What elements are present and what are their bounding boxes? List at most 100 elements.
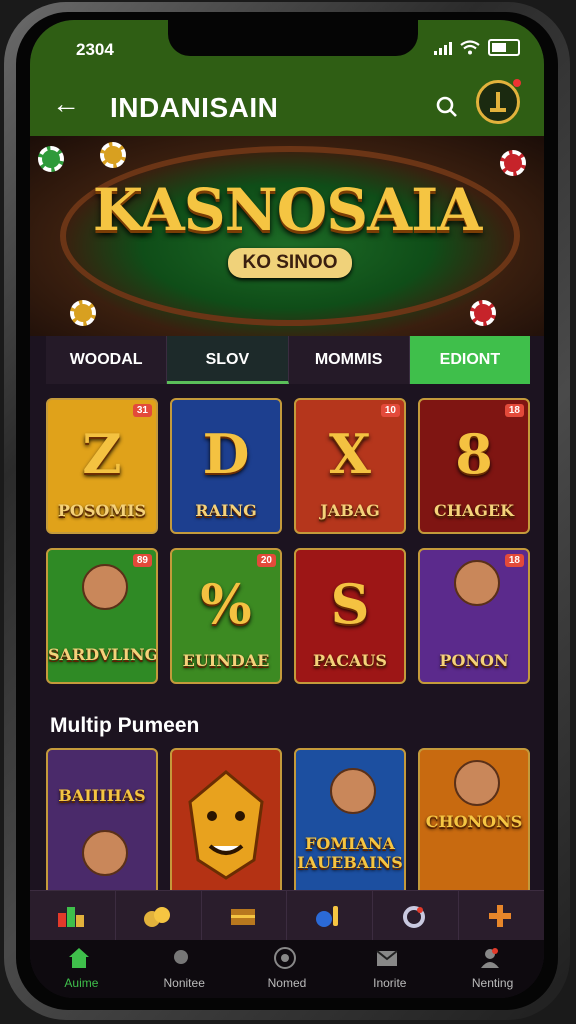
profile-avatar-button[interactable] bbox=[476, 79, 521, 124]
game-tile[interactable]: D RAING bbox=[170, 398, 282, 534]
back-arrow-icon[interactable]: ← bbox=[52, 88, 80, 120]
game-name: EUINDAE bbox=[182, 651, 270, 670]
game-tile[interactable]: 10 X JABAG bbox=[294, 398, 406, 534]
multiplayer-game-name: BAIIIHAS bbox=[58, 786, 146, 805]
game-glyph: D bbox=[202, 422, 250, 486]
tab-woodal[interactable]: WOODAL bbox=[46, 336, 168, 384]
category-tabs: WOODAL SLOV MOMMIS EDIONT bbox=[46, 336, 530, 384]
character-portrait bbox=[454, 560, 500, 606]
game-tile[interactable]: 31 Z POSOMIS bbox=[46, 398, 158, 534]
ring-icon bbox=[403, 906, 426, 928]
game-badge: 89 bbox=[132, 554, 152, 567]
bottom-navigation: Auime Nonitee Nomed Inorite Nenting bbox=[30, 940, 544, 998]
poker-chip-icon bbox=[100, 142, 126, 168]
game-glyph: % bbox=[200, 572, 252, 636]
hero-title: KASNOSAIA bbox=[92, 176, 483, 244]
game-name: JABAG bbox=[320, 501, 380, 520]
blocks-icon bbox=[58, 907, 84, 927]
camera-notch bbox=[168, 20, 418, 56]
bowling-icon bbox=[316, 906, 339, 927]
game-glyph: X bbox=[329, 422, 371, 486]
hero-subtitle: KO SINOO bbox=[228, 248, 352, 278]
tab-ediont[interactable]: EDIONT bbox=[409, 336, 530, 384]
section-title: Multip Pumeen bbox=[50, 714, 200, 737]
nav-item-messages[interactable]: Inorite bbox=[338, 940, 441, 998]
game-tile[interactable]: 18 PONON bbox=[418, 548, 530, 684]
game-glyph: Z bbox=[82, 422, 122, 486]
home-icon bbox=[69, 948, 89, 968]
wifi-icon bbox=[460, 40, 480, 55]
game-tile[interactable]: 20 % EUINDAE bbox=[170, 548, 282, 684]
game-glyph: 8 bbox=[455, 422, 493, 486]
category-shortcut[interactable] bbox=[459, 891, 544, 941]
nav-item-home[interactable]: Auime bbox=[30, 940, 133, 998]
nav-item-rewards[interactable]: Nomed bbox=[236, 940, 339, 998]
hero-banner[interactable]: KASNOSAIA KO SINOO bbox=[30, 136, 544, 336]
status-time: 2304 bbox=[76, 40, 114, 59]
status-icons bbox=[434, 39, 520, 56]
game-badge: 31 bbox=[132, 404, 152, 417]
game-badge: 20 bbox=[256, 554, 276, 567]
game-name: CHAGEK bbox=[433, 501, 515, 520]
character-portrait bbox=[454, 760, 500, 806]
game-name: PACAUS bbox=[313, 651, 387, 670]
phone-bezel: 2304 ← INDANISAIN KASNOSAIA KO SINOO WOO… bbox=[16, 12, 558, 1010]
tab-mommis[interactable]: MOMMIS bbox=[289, 336, 410, 384]
phone-frame: 2304 ← INDANISAIN KASNOSAIA KO SINOO WOO… bbox=[4, 2, 570, 1020]
game-badge: 18 bbox=[504, 404, 524, 417]
plus-icon bbox=[489, 905, 512, 927]
tab-slov[interactable]: SLOV bbox=[167, 336, 289, 384]
game-name: RAING bbox=[195, 501, 257, 520]
nav-item-search[interactable]: Nonitee bbox=[133, 940, 236, 998]
category-shortcut[interactable] bbox=[373, 891, 460, 941]
multiplayer-game-name: CHONONS bbox=[425, 812, 523, 831]
poker-chip-icon bbox=[470, 300, 496, 326]
envelope-icon bbox=[376, 950, 399, 966]
coins-icon bbox=[143, 907, 170, 927]
lion-mascot-icon bbox=[188, 770, 264, 880]
multiplayer-game-tile[interactable]: CHONONS bbox=[418, 748, 530, 898]
category-shortcut-bar bbox=[30, 890, 544, 941]
multiplayer-game-tile[interactable]: BAIIIHAS bbox=[46, 748, 158, 898]
game-name: SARDVLING bbox=[48, 645, 158, 664]
category-shortcut[interactable] bbox=[116, 891, 202, 941]
game-badge: 18 bbox=[504, 554, 524, 567]
multiplayer-game-tile[interactable]: FOMIANA IAUEBAINS bbox=[294, 748, 406, 898]
character-portrait bbox=[82, 830, 128, 876]
game-tile[interactable]: 18 8 CHAGEK bbox=[418, 398, 530, 534]
category-shortcut[interactable] bbox=[202, 891, 288, 941]
game-tile[interactable]: S PACAUS bbox=[294, 548, 406, 684]
character-portrait bbox=[82, 564, 128, 610]
nav-label: Inorite bbox=[373, 976, 407, 990]
battery-icon bbox=[488, 39, 520, 56]
signal-icon bbox=[434, 41, 452, 55]
multiplayer-game-name: FOMIANA IAUEBAINS bbox=[297, 834, 403, 872]
nav-label: Auime bbox=[64, 976, 99, 990]
game-name: POSOMIS bbox=[57, 501, 147, 520]
app-title: INDANISAIN bbox=[110, 92, 279, 123]
category-shortcut[interactable] bbox=[30, 891, 116, 941]
app-screen: 2304 ← INDANISAIN KASNOSAIA KO SINOO WOO… bbox=[30, 20, 544, 998]
trophy-icon bbox=[490, 92, 506, 112]
poker-chip-icon bbox=[38, 146, 64, 172]
nav-label: Nenting bbox=[471, 976, 514, 990]
game-name: PONON bbox=[439, 651, 509, 670]
badge-icon bbox=[273, 947, 296, 969]
game-badge: 10 bbox=[380, 404, 400, 417]
app-bar: ← INDANISAIN bbox=[30, 76, 544, 136]
nav-item-settings[interactable]: Nenting bbox=[441, 940, 544, 998]
search-icon[interactable] bbox=[428, 88, 466, 126]
treasure-icon bbox=[230, 909, 255, 925]
character-portrait bbox=[330, 768, 376, 814]
poker-chip-icon bbox=[70, 300, 96, 326]
game-tile[interactable]: 89 SARDVLING bbox=[46, 548, 158, 684]
multiplayer-game-tile[interactable] bbox=[170, 748, 282, 898]
category-shortcut[interactable] bbox=[287, 891, 374, 941]
nav-label: Nomed bbox=[267, 976, 307, 990]
poker-chip-icon bbox=[500, 150, 526, 176]
game-glyph: S bbox=[330, 572, 370, 636]
nav-label: Nonitee bbox=[163, 976, 205, 990]
search-icon bbox=[173, 950, 188, 964]
notification-dot bbox=[513, 79, 521, 87]
person-icon bbox=[481, 948, 500, 968]
